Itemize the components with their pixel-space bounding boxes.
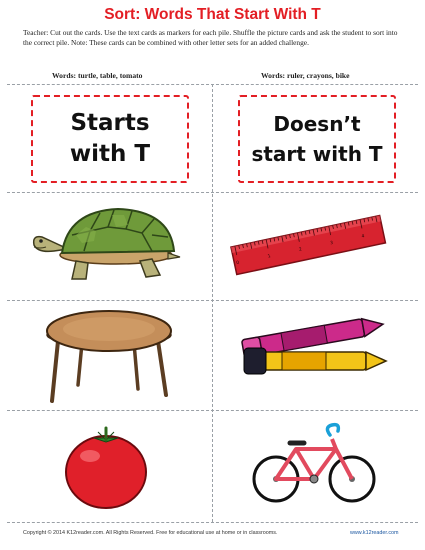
worksheet-title: Sort: Words That Start With T [104, 6, 321, 23]
cut-line-vertical [212, 84, 213, 522]
table-icon [46, 310, 172, 403]
card-line: with T [69, 141, 151, 167]
card-line: start with T [251, 142, 383, 166]
turtle-icon [32, 207, 181, 280]
bike-icon [252, 422, 376, 503]
left-column-words: Words: turtle, table, tomato [52, 71, 143, 80]
card-line: Doesn’t [273, 112, 361, 136]
copyright-notice: Copyright © 2014 K12reader.com. All Righ… [23, 530, 278, 536]
right-column-words: Words: ruler, crayons, bike [261, 71, 350, 80]
cut-line [7, 522, 418, 523]
starts-with-t-card: Starts with T [31, 95, 189, 183]
site-link[interactable]: www.k12reader.com [350, 530, 399, 536]
card-line: Starts [70, 110, 150, 136]
crayons-icon [241, 317, 388, 375]
tomato-icon [65, 426, 147, 509]
ruler-icon: 01234 [230, 214, 387, 276]
doesnt-start-with-t-card: Doesn’t start with T [238, 95, 396, 183]
teacher-instructions: Teacher: Cut out the cards. Use the text… [23, 28, 398, 47]
